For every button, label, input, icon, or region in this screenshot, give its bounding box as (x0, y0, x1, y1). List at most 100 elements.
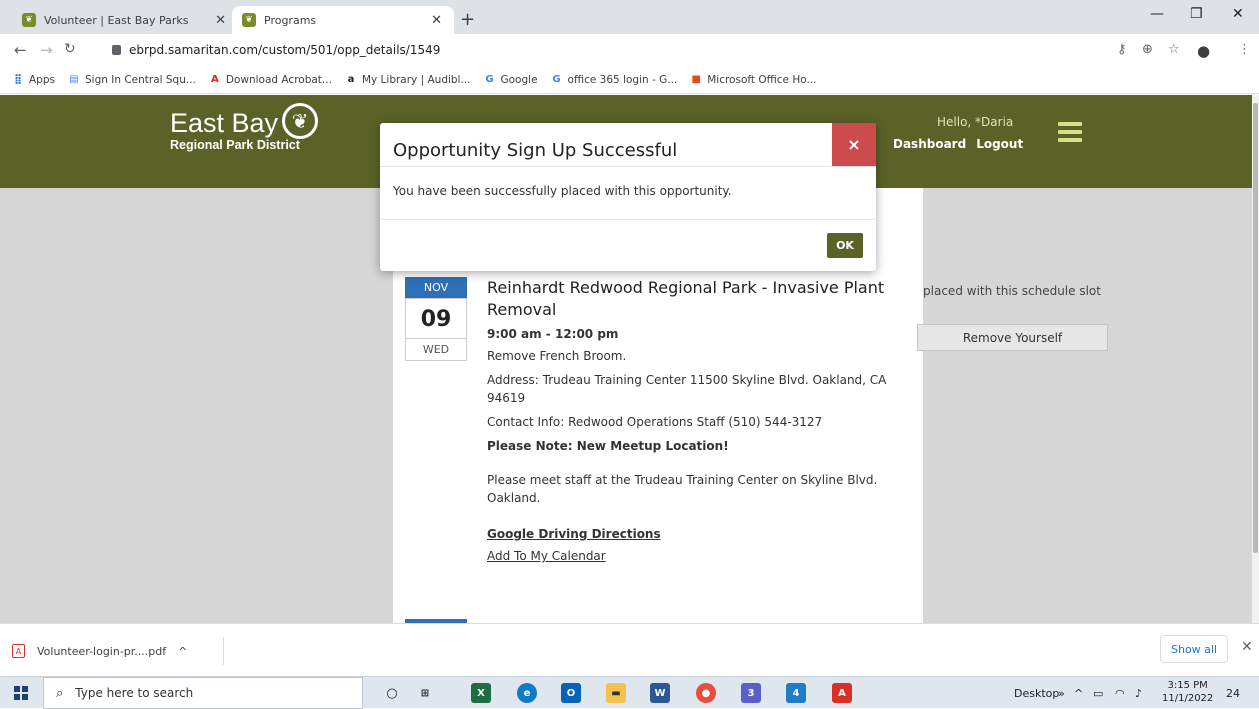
key-icon[interactable]: ⚷ (1117, 42, 1127, 57)
close-window-icon[interactable]: ✕ (1232, 6, 1244, 22)
show-all-button[interactable]: Show all (1160, 635, 1228, 663)
chevron-up-icon[interactable]: ^ (1074, 687, 1083, 700)
header-nav: Dashboard Logout (893, 137, 1033, 151)
wifi-icon[interactable]: ◠ (1115, 687, 1125, 700)
back-arrow-icon[interactable]: ← (14, 41, 27, 59)
date-day: 09 (405, 298, 467, 339)
download-item[interactable]: A Volunteer-login-pr....pdf ^ (12, 637, 224, 665)
scrollbar-thumb[interactable] (1253, 103, 1258, 553)
bookmark-item[interactable]: ■ Microsoft Office Ho... (690, 73, 817, 86)
tab-title: Programs (264, 13, 317, 27)
date-weekday: WED (405, 339, 467, 361)
google-icon: G (552, 74, 561, 85)
modal-message: You have been successfully placed with t… (393, 184, 732, 198)
search-placeholder: Type here to search (75, 686, 194, 700)
profile-avatar-icon[interactable]: ● (1197, 42, 1210, 60)
menu-dots-icon[interactable]: ⋮ (1238, 42, 1251, 57)
modal-ok-button[interactable]: OK (827, 233, 863, 258)
office-icon: ■ (691, 74, 701, 85)
clock-time: 3:15 PM (1167, 680, 1208, 691)
restore-icon[interactable]: ❐ (1190, 6, 1203, 22)
date-badge: NOV 09 WED (405, 277, 467, 361)
driving-directions-link[interactable]: Google Driving Directions (487, 527, 897, 541)
reload-icon[interactable]: ↻ (64, 41, 76, 57)
tab-title: Volunteer | East Bay Parks (44, 13, 189, 27)
volume-icon[interactable]: ♪ (1135, 687, 1142, 700)
outlook-icon[interactable]: O (561, 683, 581, 703)
notification-icon[interactable]: 24 (1226, 687, 1240, 700)
greeting-text: Hello, *Daria (937, 115, 1014, 129)
tab-volunteer[interactable]: ❦ Volunteer | East Bay Parks ✕ (12, 6, 238, 34)
bookmark-label: office 365 login - G... (567, 73, 678, 86)
chevron-up-icon[interactable]: ^ (178, 645, 187, 658)
star-icon[interactable]: ☆ (1168, 42, 1180, 57)
acrobat-icon[interactable]: A (832, 683, 852, 703)
mail-icon[interactable]: 4 (786, 683, 806, 703)
file-explorer-icon[interactable]: ▬ (606, 683, 626, 703)
taskbar-clock[interactable]: 3:15 PM 11/1/2022 (1162, 679, 1213, 705)
clock-date: 11/1/2022 (1162, 693, 1214, 704)
url-field[interactable]: ebrpd.samaritan.com/custom/501/opp_detai… (108, 38, 1108, 62)
bookmark-label: Google (500, 73, 538, 86)
bookmark-label: Apps (29, 73, 55, 86)
tab-close-icon[interactable]: ✕ (215, 13, 226, 28)
chrome-icon[interactable]: ● (696, 683, 716, 703)
modal-title: Opportunity Sign Up Successful (393, 140, 678, 161)
document-icon: ▤ (69, 74, 79, 85)
zoom-icon[interactable]: ⊕ (1142, 42, 1153, 57)
cortana-icon[interactable]: ○ (382, 683, 402, 703)
event-description: Remove French Broom. (487, 349, 627, 363)
taskbar-search-box[interactable]: ⌕ Type here to search (43, 677, 363, 709)
leaf-logo-icon: ❦ (282, 103, 318, 139)
lock-icon (112, 45, 121, 55)
bookmark-item[interactable]: A Download Acrobat... (209, 74, 332, 86)
east-bay-logo[interactable]: East Bay Regional Park District (170, 109, 300, 152)
page-scrollbar[interactable] (1252, 95, 1259, 623)
battery-icon[interactable]: ▭ (1093, 687, 1103, 700)
slot-status: placed with this schedule slot (923, 284, 1101, 298)
apps-grid-icon: ⣿ (14, 74, 22, 85)
event-note-text: Please meet staff at the Trudeau Trainin… (487, 473, 878, 505)
download-filename: Volunteer-login-pr....pdf (37, 644, 167, 658)
teams-icon[interactable]: 3 (741, 683, 761, 703)
word-icon[interactable]: W (650, 683, 670, 703)
bookmark-item[interactable]: ⣿ Apps (12, 74, 55, 86)
modal-close-button[interactable]: × (832, 123, 876, 166)
tab-close-icon[interactable]: ✕ (431, 13, 442, 28)
logout-link[interactable]: Logout (976, 137, 1023, 151)
event-note-title: Please Note: New Meetup Location! (487, 439, 729, 453)
logo-line-1: East Bay (170, 108, 279, 138)
park-leaf-favicon-icon: ❦ (242, 13, 256, 27)
park-leaf-favicon-icon: ❦ (22, 13, 36, 27)
task-view-icon[interactable]: ⊞ (415, 683, 435, 703)
bookmark-item[interactable]: Goffice 365 login - G... (551, 73, 678, 86)
dashboard-link[interactable]: Dashboard (893, 137, 966, 151)
new-tab-icon[interactable]: + (460, 9, 475, 30)
bookmark-item[interactable]: ▤ Sign In Central Squ... (68, 74, 196, 86)
bookmark-label: Download Acrobat... (225, 73, 332, 86)
hamburger-menu-icon[interactable] (1058, 122, 1082, 146)
bookmark-label: My Library | Audibl... (361, 73, 471, 86)
address-bar-row: ← → ↻ ebrpd.samaritan.com/custom/501/opp… (0, 34, 1259, 66)
amazon-icon: a (347, 74, 355, 85)
download-shelf: A Volunteer-login-pr....pdf ^ Show all ✕ (0, 623, 1259, 676)
date-month: NOV (405, 277, 467, 298)
windows-start-icon[interactable] (14, 686, 28, 700)
close-shelf-icon[interactable]: ✕ (1241, 639, 1253, 655)
event-address: Address: Trudeau Training Center 11500 S… (487, 373, 887, 405)
bookmark-label: Microsoft Office Ho... (707, 73, 817, 86)
remove-yourself-button[interactable]: Remove Yourself (917, 324, 1108, 351)
tab-programs[interactable]: ❦ Programs ✕ (232, 6, 454, 34)
desktop-toolbar-label[interactable]: Desktop (1014, 687, 1059, 700)
excel-icon[interactable]: X (471, 683, 491, 703)
add-to-calendar-link[interactable]: Add To My Calendar (487, 549, 897, 563)
acrobat-icon: A (211, 74, 219, 85)
google-icon: G (485, 74, 494, 85)
edge-icon[interactable]: e (517, 683, 537, 703)
bookmark-item[interactable]: G Google (484, 73, 538, 86)
url-text: ebrpd.samaritan.com/custom/501/opp_detai… (129, 43, 441, 57)
minimize-icon[interactable]: — (1150, 6, 1164, 22)
chevron-right-icon[interactable]: » (1058, 687, 1065, 700)
forward-arrow-icon[interactable]: → (40, 41, 53, 59)
bookmark-item[interactable]: a My Library | Audibl... (345, 74, 471, 86)
